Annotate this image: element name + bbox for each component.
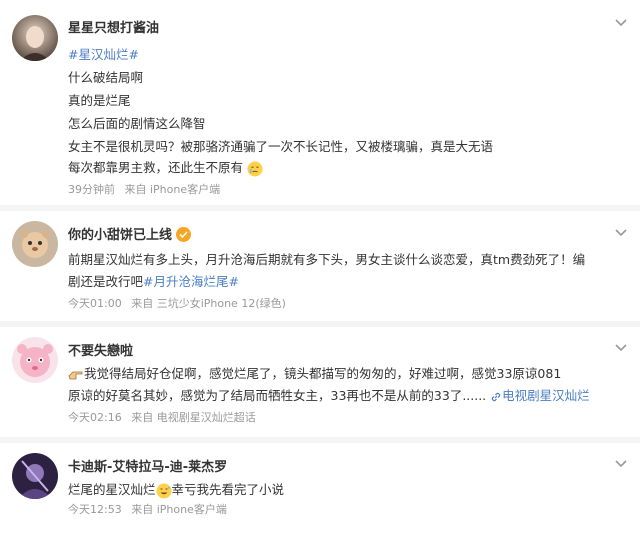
post-text-line: 每次都靠男主救，还此生不原有 (68, 157, 263, 177)
post-time: 今天01:00 (68, 297, 122, 310)
post-text-line: 剧还是改行吧#月升沧海烂尾# (68, 271, 239, 290)
supertopic-label[interactable]: 电视剧星汉灿烂 (502, 388, 590, 403)
username[interactable]: 你的小甜饼已上线 (68, 224, 192, 243)
chevron-down-icon[interactable] (612, 226, 630, 240)
avatar[interactable] (12, 221, 58, 267)
post-text: 幸亏我先看完了小说 (171, 482, 285, 497)
sweat-smile-emoji-icon (156, 483, 172, 498)
chevron-down-icon[interactable] (612, 16, 630, 30)
post-time: 今天12:53 (68, 503, 122, 516)
post-3: 不要失戀啦 我觉得结局好仓促啊，感觉烂尾了，镜头都描写的匆匆的，好难过啊，感觉3… (0, 327, 640, 437)
username-text[interactable]: 你的小甜饼已上线 (68, 228, 172, 243)
post-4: 卡迪斯-艾特拉马-迪-莱杰罗 烂尾的星汉灿烂 幸亏我先看完了小说 今天12:53 … (0, 443, 640, 537)
post-text: 每次都靠男主救，还此生不原有 (68, 160, 244, 175)
hand-pointing-icon (68, 371, 83, 379)
chevron-down-icon[interactable] (612, 457, 630, 471)
post-text-line: 前期星汉灿烂有多上头，月升沧海后期就有多下头，男女主谈什么谈恋爱，真tm费劲死了… (68, 252, 586, 267)
post-2: 你的小甜饼已上线 前期星汉灿烂有多上头，月升沧海后期就有多下头，男女主谈什么谈恋… (0, 211, 640, 321)
post-text-line: 怎么后面的剧情这么降智 (68, 116, 206, 131)
avatar[interactable] (12, 15, 58, 61)
post-text: 剧还是改行吧 (68, 274, 144, 289)
post-meta: 39分钟前 来自 iPhone客户端 (68, 181, 226, 197)
post-text: 烂尾的星汉灿烂 (68, 482, 156, 497)
crying-emoji-icon (247, 161, 263, 176)
chevron-down-icon[interactable] (612, 341, 630, 355)
post-source: 来自 iPhone客户端 (124, 183, 221, 196)
username[interactable]: 卡迪斯-艾特拉马-迪-莱杰罗 (68, 456, 227, 475)
post-text-line: 女主不是很机灵吗？被那骆济通骗了一次不长记性，又被楼璃骗，真是大无语 (68, 139, 494, 154)
post-text-line: 原谅的好莫名其妙，感觉为了结局而牺牲女主，33再也不是从前的33了...... … (68, 385, 590, 404)
username[interactable]: 不要失戀啦 (68, 340, 133, 359)
topic-link[interactable]: #月升沧海烂尾# (143, 274, 239, 289)
username[interactable]: 星星只想打酱油 (68, 17, 159, 36)
supertopic-link[interactable]: 电视剧星汉灿烂 (490, 388, 590, 403)
avatar[interactable] (12, 453, 58, 499)
post-text: 原谅的好莫名其妙，感觉为了结局而牺牲女主，33再也不是从前的33了...... (68, 388, 487, 403)
link-icon (492, 392, 501, 401)
post-source: 来自 iPhone客户端 (131, 503, 227, 516)
post-time: 今天02:16 (68, 411, 122, 424)
post-text-line: 我觉得结局好仓促啊，感觉烂尾了，镜头都描写的匆匆的，好难过啊，感觉33原谅081 (68, 363, 561, 382)
avatar[interactable] (12, 337, 58, 383)
post-text-line: 烂尾的星汉灿烂 幸亏我先看完了小说 (68, 479, 284, 499)
verified-badge-icon (176, 227, 192, 242)
post-text: 我觉得结局好仓促啊，感觉烂尾了，镜头都描写的匆匆的，好难过啊，感觉33原谅081 (84, 366, 562, 381)
post-meta: 今天12:53 来自 iPhone客户端 (68, 501, 233, 517)
post-text-line: 什么破结局啊 (68, 70, 144, 85)
post-meta: 今天01:00 来自 三坑少女iPhone 12(绿色) (68, 295, 292, 311)
post-source: 来自 电视剧星汉灿烂超话 (131, 411, 256, 424)
post-meta: 今天02:16 来自 电视剧星汉灿烂超话 (68, 409, 262, 425)
post-text-line: 真的是烂尾 (68, 93, 131, 108)
post-source: 来自 三坑少女iPhone 12(绿色) (131, 297, 286, 310)
post-1: 星星只想打酱油 #星汉灿烂# 什么破结局啊 真的是烂尾 怎么后面的剧情这么降智 … (0, 0, 640, 205)
post-time: 39分钟前 (68, 183, 115, 196)
topic-link[interactable]: #星汉灿烂# (68, 44, 139, 63)
